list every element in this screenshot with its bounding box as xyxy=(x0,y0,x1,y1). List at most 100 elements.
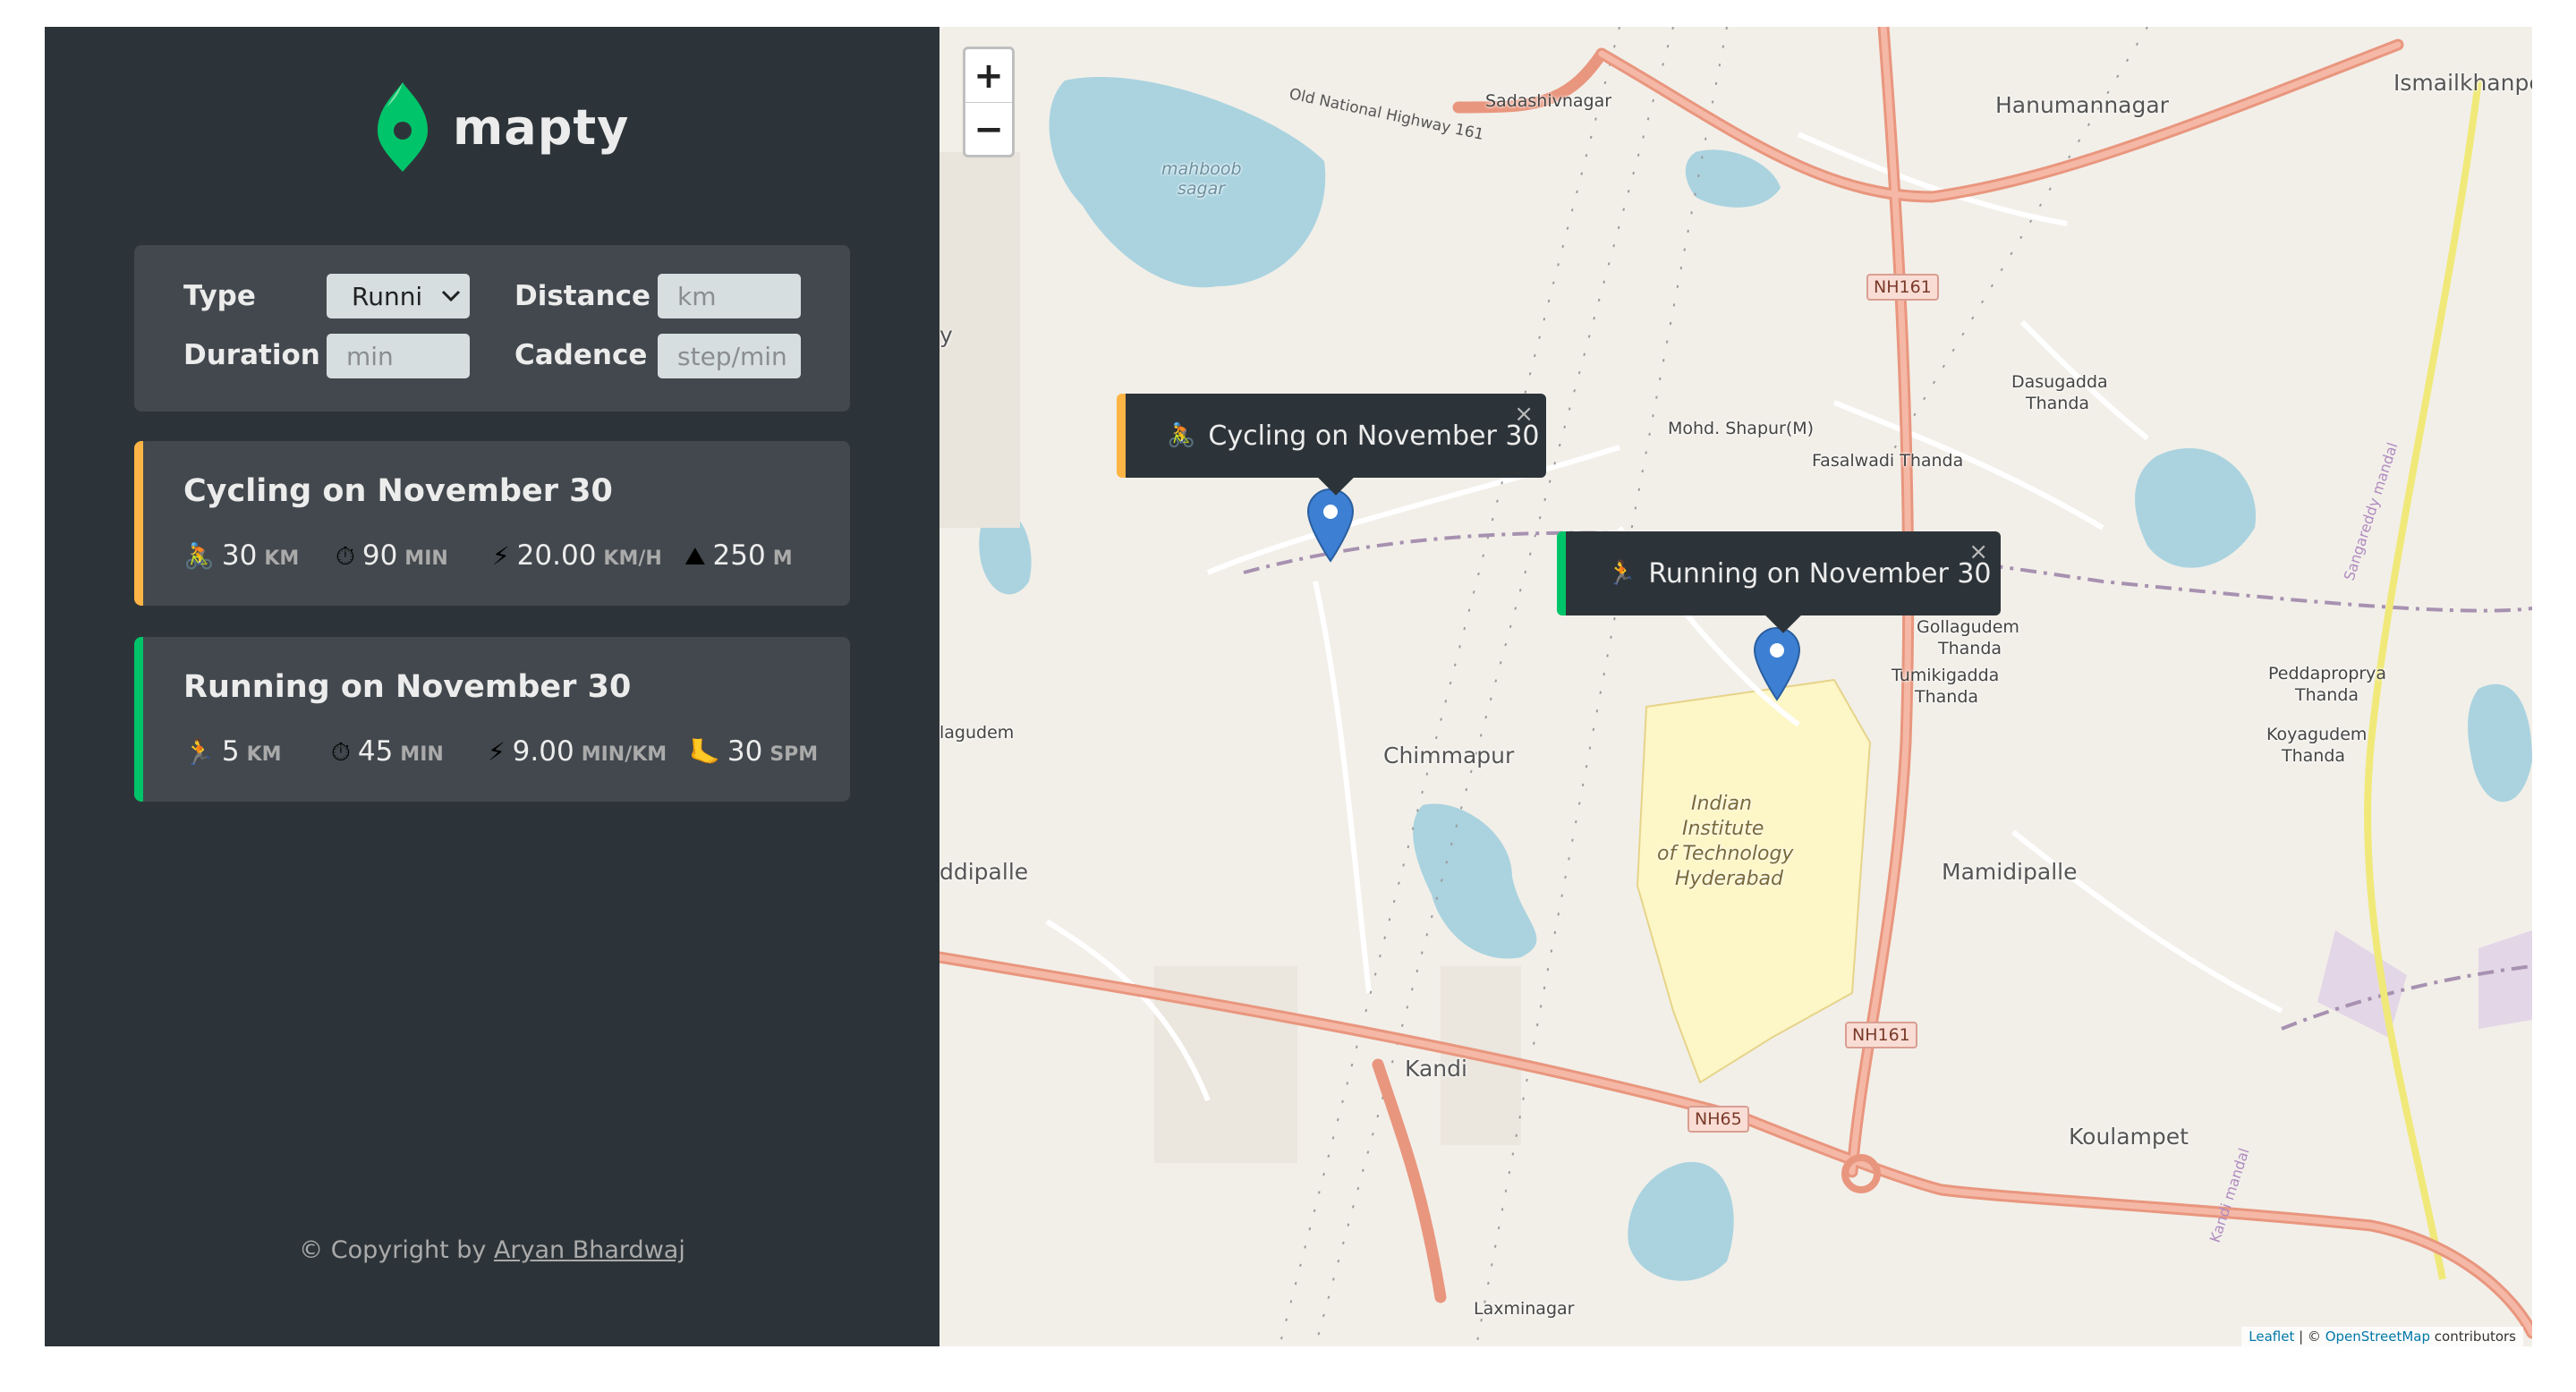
distance-input[interactable]: km xyxy=(658,274,801,318)
attribution-sep: | © xyxy=(2294,1328,2325,1345)
shield-nh161-bottom: NH161 xyxy=(1845,1022,1917,1048)
type-select-value: Runni xyxy=(352,281,423,311)
zoom-out-button[interactable]: − xyxy=(965,103,1012,156)
detail-value: 30 xyxy=(727,735,763,768)
cadence-label: Cadence xyxy=(514,339,648,371)
mountain-icon: ⛰ xyxy=(684,541,706,571)
place-peddaproprya-thanda: Thanda xyxy=(2295,685,2359,705)
place-hanumannagar: Hanumannagar xyxy=(1995,92,2169,118)
popup-text: Running on November 30 xyxy=(1648,557,1992,590)
detail-unit: MIN xyxy=(404,547,448,570)
map-tiles: Old National Highway 161 Sangareddy mand… xyxy=(939,27,2532,1346)
author-link[interactable]: Aryan Bhardwaj xyxy=(494,1236,685,1264)
place-lagudem: lagudem xyxy=(939,723,1015,743)
detail-unit: KM xyxy=(246,743,282,766)
workout-item-cycling[interactable]: Cycling on November 30 🚴 30 KM ⏱ 90 MIN … xyxy=(134,441,850,606)
cadence-input[interactable]: step/min xyxy=(658,334,801,378)
place-ismailkhanpet: Ismailkhanpe xyxy=(2393,70,2532,96)
detail-value: 5 xyxy=(221,735,240,768)
place-tumikigadda-thanda: Thanda xyxy=(1915,687,1979,707)
detail-unit: KM xyxy=(264,547,300,570)
detail-value: 90 xyxy=(361,539,398,572)
duration-label: Duration xyxy=(183,339,320,371)
running-icon: 🏃 xyxy=(1607,560,1637,587)
duration-input[interactable]: min xyxy=(327,334,470,378)
stopwatch-icon: ⏱ xyxy=(336,541,355,571)
close-icon[interactable]: × xyxy=(1968,539,1988,565)
copyright-prefix: © Copyright by xyxy=(299,1236,494,1264)
kandi-mandal-label: Kandi mandal xyxy=(2206,1146,2253,1244)
brand-name: mapty xyxy=(453,98,630,156)
detail-value: 30 xyxy=(221,539,258,572)
place-iith-4: Hyderabad xyxy=(1675,868,1783,890)
detail-unit: KM/H xyxy=(603,547,662,570)
place-iith-3: of Technology xyxy=(1657,843,1794,865)
workout-detail-pace: ⚡ 9.00 MIN/KM xyxy=(488,735,667,768)
place-koyagudem: Koyagudem xyxy=(2266,725,2368,744)
workout-detail-distance: 🚴 30 KM xyxy=(183,539,299,572)
workout-item-running[interactable]: Running on November 30 🏃 5 KM ⏱ 45 MIN ⚡… xyxy=(134,637,850,802)
popup-running[interactable]: 🏃 Running on November 30 × xyxy=(1557,531,2001,633)
detail-unit: MIN/KM xyxy=(581,743,667,766)
footprint-icon: 🦶 xyxy=(689,737,720,767)
detail-unit: M xyxy=(772,547,793,570)
place-dasugadda: Dasugadda xyxy=(2011,372,2108,392)
workout-title: Running on November 30 xyxy=(183,669,632,705)
zoom-control: + − xyxy=(963,47,1015,157)
place-fasalwadi: Fasalwadi Thanda xyxy=(1812,451,1964,471)
place-gollagudem-thanda: Thanda xyxy=(1938,639,2002,658)
zoom-in-button[interactable]: + xyxy=(965,49,1012,103)
map-pin-logo-icon xyxy=(378,82,428,172)
lightning-icon: ⚡ xyxy=(492,541,510,571)
close-icon[interactable]: × xyxy=(1514,401,1534,428)
workout-detail-speed: ⚡ 20.00 KM/H xyxy=(492,539,662,572)
copyright: © Copyright by Aryan Bhardwaj xyxy=(45,1236,939,1264)
distance-label: Distance xyxy=(514,280,651,312)
place-ddipalle: ddipalle xyxy=(939,859,1029,885)
lightning-icon: ⚡ xyxy=(488,737,506,767)
map-attribution: Leaflet | © OpenStreetMap contributors xyxy=(2241,1327,2523,1346)
workout-detail-duration: ⏱ 90 MIN xyxy=(336,539,448,572)
place-gollagudem: Gollagudem xyxy=(1917,617,2019,637)
attribution-suffix: contributors xyxy=(2430,1328,2516,1345)
place-edge-y: y xyxy=(939,322,953,348)
type-label: Type xyxy=(183,280,256,312)
chevron-down-icon xyxy=(441,290,461,302)
running-icon: 🏃 xyxy=(183,737,215,767)
place-mahboob: mahboob xyxy=(1161,159,1242,179)
place-tumikigadda: Tumikigadda xyxy=(1892,666,2000,685)
place-mamidipalle: Mamidipalle xyxy=(1942,859,2078,885)
osm-link[interactable]: OpenStreetMap xyxy=(2325,1328,2430,1345)
shield-nh65: NH65 xyxy=(1688,1106,1749,1133)
popup-text: Cycling on November 30 xyxy=(1208,420,1540,452)
workout-detail-cadence: 🦶 30 SPM xyxy=(689,735,818,768)
place-sagar: sagar xyxy=(1177,179,1226,199)
app-window: mapty Type Runni Distance km Duration mi… xyxy=(45,27,2532,1346)
sangareddy-mandal-label: Sangareddy mandal xyxy=(2341,440,2402,582)
type-select[interactable]: Runni xyxy=(327,274,470,318)
place-iith-1: Indian xyxy=(1691,793,1752,815)
workout-title: Cycling on November 30 xyxy=(183,473,613,509)
place-dasugadda-thanda: Thanda xyxy=(2026,394,2090,413)
popup-cycling[interactable]: 🚴 Cycling on November 30 × xyxy=(1117,394,1546,496)
map-marker-cycling[interactable] xyxy=(1306,488,1355,563)
detail-value: 250 xyxy=(712,539,766,572)
cycling-icon: 🚴 xyxy=(183,541,215,571)
workout-detail-distance: 🏃 5 KM xyxy=(183,735,282,768)
map[interactable]: Old National Highway 161 Sangareddy mand… xyxy=(939,27,2532,1346)
place-koulampet: Koulampet xyxy=(2069,1124,2189,1150)
workout-detail-elevation: ⛰ 250 M xyxy=(684,539,793,572)
place-sadashivnagar: Sadashivnagar xyxy=(1485,91,1612,111)
sidebar: mapty Type Runni Distance km Duration mi… xyxy=(45,27,939,1346)
logo: mapty xyxy=(376,81,629,174)
detail-value: 20.00 xyxy=(516,539,597,572)
place-mohd-shapur: Mohd. Shapur(M) xyxy=(1668,419,1815,438)
stopwatch-icon: ⏱ xyxy=(331,737,351,767)
place-koyagudem-thanda: Thanda xyxy=(2282,746,2346,766)
place-kandi: Kandi xyxy=(1405,1056,1467,1082)
old-highway-label: Old National Highway 161 xyxy=(1288,85,1485,144)
cycling-icon: 🚴 xyxy=(1167,422,1196,449)
map-marker-running[interactable] xyxy=(1753,626,1801,701)
leaflet-link[interactable]: Leaflet xyxy=(2249,1328,2294,1345)
detail-value: 45 xyxy=(357,735,394,768)
